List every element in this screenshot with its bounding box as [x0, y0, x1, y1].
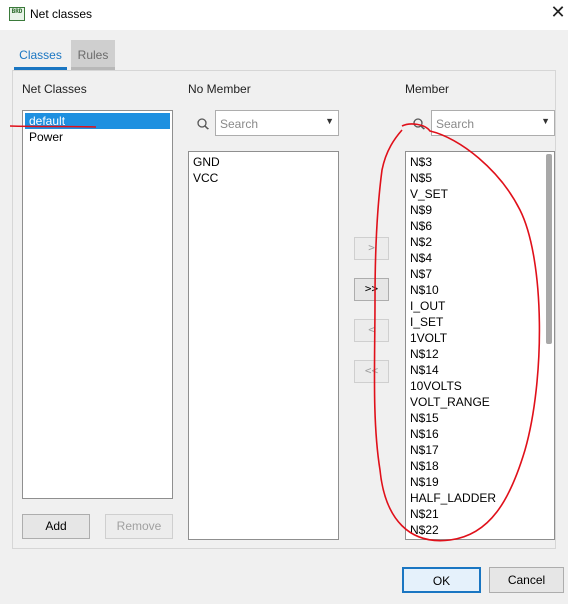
chevron-down-icon[interactable]: ▼: [541, 116, 550, 126]
no-member-item-vcc[interactable]: VCC: [189, 170, 338, 186]
member-list-item[interactable]: 10VOLTS: [406, 378, 554, 394]
add-button[interactable]: Add: [22, 514, 90, 539]
member-list-item[interactable]: N$5: [406, 170, 554, 186]
search-icon: [412, 117, 426, 131]
member-list-item[interactable]: N$14: [406, 362, 554, 378]
add-one-button[interactable]: >: [354, 237, 389, 260]
member-list-item[interactable]: N$4: [406, 250, 554, 266]
member-list-item[interactable]: VOLT_RANGE: [406, 394, 554, 410]
member-list-item[interactable]: I_OUT: [406, 298, 554, 314]
member-list-item[interactable]: N$18: [406, 458, 554, 474]
remove-all-button[interactable]: <<: [354, 360, 389, 383]
tab-classes[interactable]: Classes: [14, 40, 67, 70]
member-list-item[interactable]: 1VOLT: [406, 330, 554, 346]
member-list-item[interactable]: N$19: [406, 474, 554, 490]
chevron-down-icon[interactable]: ▼: [325, 116, 334, 126]
cancel-button[interactable]: Cancel: [489, 567, 564, 593]
tab-rules[interactable]: Rules: [71, 40, 115, 70]
no-member-item-gnd[interactable]: GND: [189, 154, 338, 170]
member-list-item[interactable]: I_SET: [406, 314, 554, 330]
member-list-item[interactable]: HALF_LADDER: [406, 490, 554, 506]
remove-one-button[interactable]: <: [354, 319, 389, 342]
member-list-item[interactable]: N$9: [406, 202, 554, 218]
no-member-list[interactable]: GND VCC: [188, 151, 339, 540]
member-list-item[interactable]: N$2: [406, 234, 554, 250]
no-member-search-input[interactable]: Search ▼: [215, 110, 339, 136]
member-list-item[interactable]: N$6: [406, 218, 554, 234]
search-icon: [196, 117, 210, 131]
member-list-item[interactable]: N$3: [406, 154, 554, 170]
member-list-item[interactable]: N$7: [406, 266, 554, 282]
member-list-item[interactable]: N$16: [406, 426, 554, 442]
no-member-label: No Member: [188, 82, 251, 96]
member-list-item[interactable]: N$17: [406, 442, 554, 458]
member-list-item[interactable]: N$12: [406, 346, 554, 362]
scrollbar-thumb[interactable]: [546, 154, 552, 344]
member-list-item[interactable]: N$15: [406, 410, 554, 426]
net-classes-label: Net Classes: [22, 82, 87, 96]
remove-button[interactable]: Remove: [105, 514, 173, 539]
ok-button[interactable]: OK: [402, 567, 481, 593]
window-title: Net classes: [30, 7, 93, 21]
member-list-item[interactable]: N$21: [406, 506, 554, 522]
net-class-item-default[interactable]: default: [25, 113, 170, 129]
member-search-placeholder: Search: [436, 117, 475, 131]
net-classes-list[interactable]: default Power: [22, 110, 173, 499]
member-list-item[interactable]: N$10: [406, 282, 554, 298]
app-icon: BRD: [9, 7, 25, 21]
member-search-input[interactable]: Search ▼: [431, 110, 555, 136]
member-label: Member: [405, 82, 450, 96]
add-all-button[interactable]: >>: [354, 278, 389, 301]
member-list-item[interactable]: V_SET: [406, 186, 554, 202]
no-member-search-placeholder: Search: [220, 117, 259, 131]
title-bar: BRD Net classes ✕: [0, 0, 568, 30]
close-icon[interactable]: ✕: [548, 0, 568, 28]
member-list-item[interactable]: N$22: [406, 522, 554, 538]
member-list[interactable]: N$3 N$5 V_SET N$9 N$6 N$2 N$4 N$7 N$10 I_OUT I_SET…: [405, 151, 555, 540]
app-icon-label: BRD: [11, 8, 23, 15]
net-class-item-power[interactable]: Power: [25, 129, 172, 145]
